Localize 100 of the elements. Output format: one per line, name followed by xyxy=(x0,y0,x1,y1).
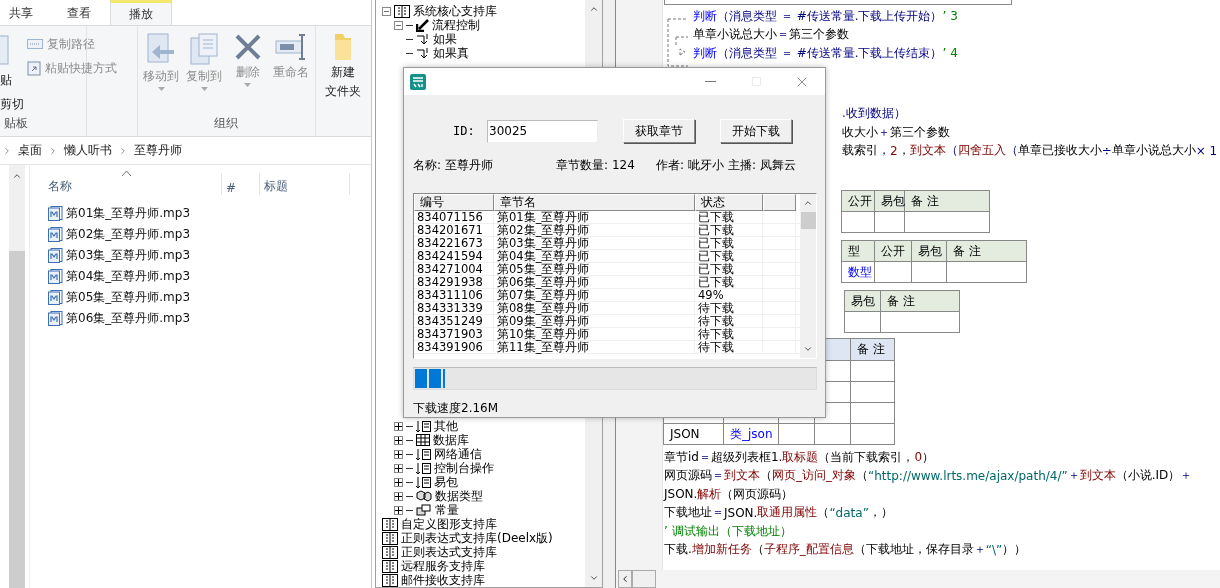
expander-box[interactable] xyxy=(394,491,403,501)
audio-file-icon xyxy=(48,311,63,326)
table-cell xyxy=(851,424,895,445)
list-cell: 第07集_至尊丹师 xyxy=(494,289,695,302)
list-cell: 834331339 xyxy=(414,302,494,315)
list-column-header[interactable] xyxy=(763,194,796,211)
ribbon-tab[interactable]: 播放 xyxy=(110,0,172,25)
scroll-thumb[interactable] xyxy=(800,212,816,229)
table-cell: 类_json xyxy=(724,424,779,445)
list-cell: 已下载 xyxy=(695,211,763,224)
list-column-header[interactable]: 章节名 xyxy=(494,194,695,211)
column-header[interactable]: # xyxy=(222,173,260,195)
book-icon xyxy=(382,559,398,573)
list-cell: 第11集_至尊丹师 xyxy=(494,341,695,354)
scroll-up-icon xyxy=(588,4,599,14)
paste-button[interactable]: 贴 xyxy=(0,70,24,90)
list-cell: 第10集_至尊丹师 xyxy=(494,328,695,341)
code-line: 判断（消息类型 ＝ #传送常量.下载上传结束）’ 4 xyxy=(693,44,959,63)
horizontal-scrollbar[interactable] xyxy=(616,570,1220,588)
info-text: 作者: 呲牙小 xyxy=(656,157,725,173)
const-icon xyxy=(416,504,432,516)
arrow-icon xyxy=(416,18,429,32)
breadcrumb-item[interactable]: 懒人听书 xyxy=(64,142,112,159)
maximize-icon xyxy=(750,76,762,87)
code-line: JSON.解析（网页源码） xyxy=(664,485,794,504)
list-cell: 第05集_至尊丹师 xyxy=(494,263,695,276)
table-header-cell: 备 注 xyxy=(905,191,990,212)
audio-file-icon xyxy=(48,227,63,242)
list-cell: 49% xyxy=(695,289,763,302)
column-header[interactable]: 标题 xyxy=(260,173,350,195)
ribbon-tab[interactable]: 共享 xyxy=(0,0,48,25)
file-name[interactable]: 第05集_至尊丹师.mp3 xyxy=(66,289,191,306)
file-name[interactable]: 第01集_至尊丹师.mp3 xyxy=(66,205,191,222)
list-cell: 待下载 xyxy=(695,328,763,341)
list-cell: 第03集_至尊丹师 xyxy=(494,237,695,250)
file-name[interactable]: 第03集_至尊丹师.mp3 xyxy=(66,247,191,264)
code-line: 单章小说总大小＝第三个参数 xyxy=(693,26,850,44)
table-header-cell: 易包 xyxy=(875,191,905,212)
expander-box[interactable] xyxy=(394,421,403,431)
dropdown-caret-icon xyxy=(244,83,252,87)
scrollbar[interactable] xyxy=(9,165,25,588)
table-cell xyxy=(875,212,905,233)
list-cell: 834311106 xyxy=(414,289,494,302)
table-cell xyxy=(851,361,895,382)
dialog-button[interactable]: 开始下载 xyxy=(720,119,792,143)
branch-icon xyxy=(416,46,430,60)
table-header-cell: 易包 xyxy=(845,291,881,312)
sort-caret-icon xyxy=(122,171,131,176)
cubes-icon xyxy=(416,490,432,502)
scroll-down-icon xyxy=(588,573,599,583)
new-folder-button[interactable]: 新建 文件夹 xyxy=(319,32,366,100)
code-line: .收到数据） xyxy=(842,105,906,123)
id-input[interactable]: 30025 xyxy=(487,119,598,143)
table-header-cell: 型 xyxy=(842,241,875,262)
table-cell: JSON xyxy=(664,424,724,445)
list-cell: 第08集_至尊丹师 xyxy=(494,302,695,315)
scroll-thumb[interactable] xyxy=(9,251,25,588)
audio-file-icon xyxy=(48,269,63,284)
table-cell xyxy=(851,382,895,403)
flow-line-drawing xyxy=(666,15,690,70)
expander-box[interactable] xyxy=(394,463,403,473)
file-name[interactable]: 第06集_至尊丹师.mp3 xyxy=(66,310,191,327)
table-header-cell: 公开 xyxy=(875,241,912,262)
list-icon xyxy=(416,448,431,460)
scroll-up-icon xyxy=(12,171,22,181)
cut-button[interactable]: 剪切 xyxy=(0,94,24,114)
list-cell: 834391906 xyxy=(414,341,494,354)
dialog-button[interactable]: 获取章节 xyxy=(623,119,695,143)
table-cell xyxy=(779,424,815,445)
ribbon-tab[interactable]: 查看 xyxy=(52,0,106,25)
book-icon xyxy=(382,531,398,545)
list-column-header[interactable]: 状态 xyxy=(695,194,763,211)
list-cell: 834221673 xyxy=(414,237,494,250)
file-name[interactable]: 第04集_至尊丹师.mp3 xyxy=(66,268,191,285)
expander-box[interactable] xyxy=(394,505,403,515)
column-header[interactable]: 名称 xyxy=(44,173,222,195)
list-cell: 已下载 xyxy=(695,237,763,250)
expander-box[interactable] xyxy=(394,477,403,487)
breadcrumb-item[interactable]: 至尊丹师 xyxy=(134,142,182,159)
scrollbar[interactable] xyxy=(800,194,816,358)
scroll-left-icon xyxy=(620,574,630,584)
list-cell: 待下载 xyxy=(695,341,763,354)
expander-box[interactable] xyxy=(394,449,403,459)
list-cell: 已下载 xyxy=(695,263,763,276)
expander-box[interactable] xyxy=(394,435,403,445)
table-cell xyxy=(815,424,851,445)
dropdown-caret-icon xyxy=(200,87,208,91)
shortcut-icon xyxy=(27,60,42,76)
file-name[interactable]: 第02集_至尊丹师.mp3 xyxy=(66,226,191,243)
code-line: 下载.增加新任务（子程序_配置信息（下载地址，保存目录＋“\”）） xyxy=(664,541,1027,559)
list-cell: 834241594 xyxy=(414,250,494,263)
path-icon xyxy=(27,39,44,49)
code-line: 章节id＝超级列表框1.取标题（当前下载索引，0） xyxy=(664,448,935,467)
list-cell: 第01集_至尊丹师 xyxy=(494,211,695,224)
list-column-header[interactable]: 编号 xyxy=(414,194,494,211)
breadcrumb-item[interactable]: 桌面 xyxy=(18,142,42,159)
scroll-thumb[interactable] xyxy=(632,570,656,588)
id-label: ID: xyxy=(453,124,476,138)
branch-icon xyxy=(416,32,430,46)
list-cell: 第06集_至尊丹师 xyxy=(494,276,695,289)
